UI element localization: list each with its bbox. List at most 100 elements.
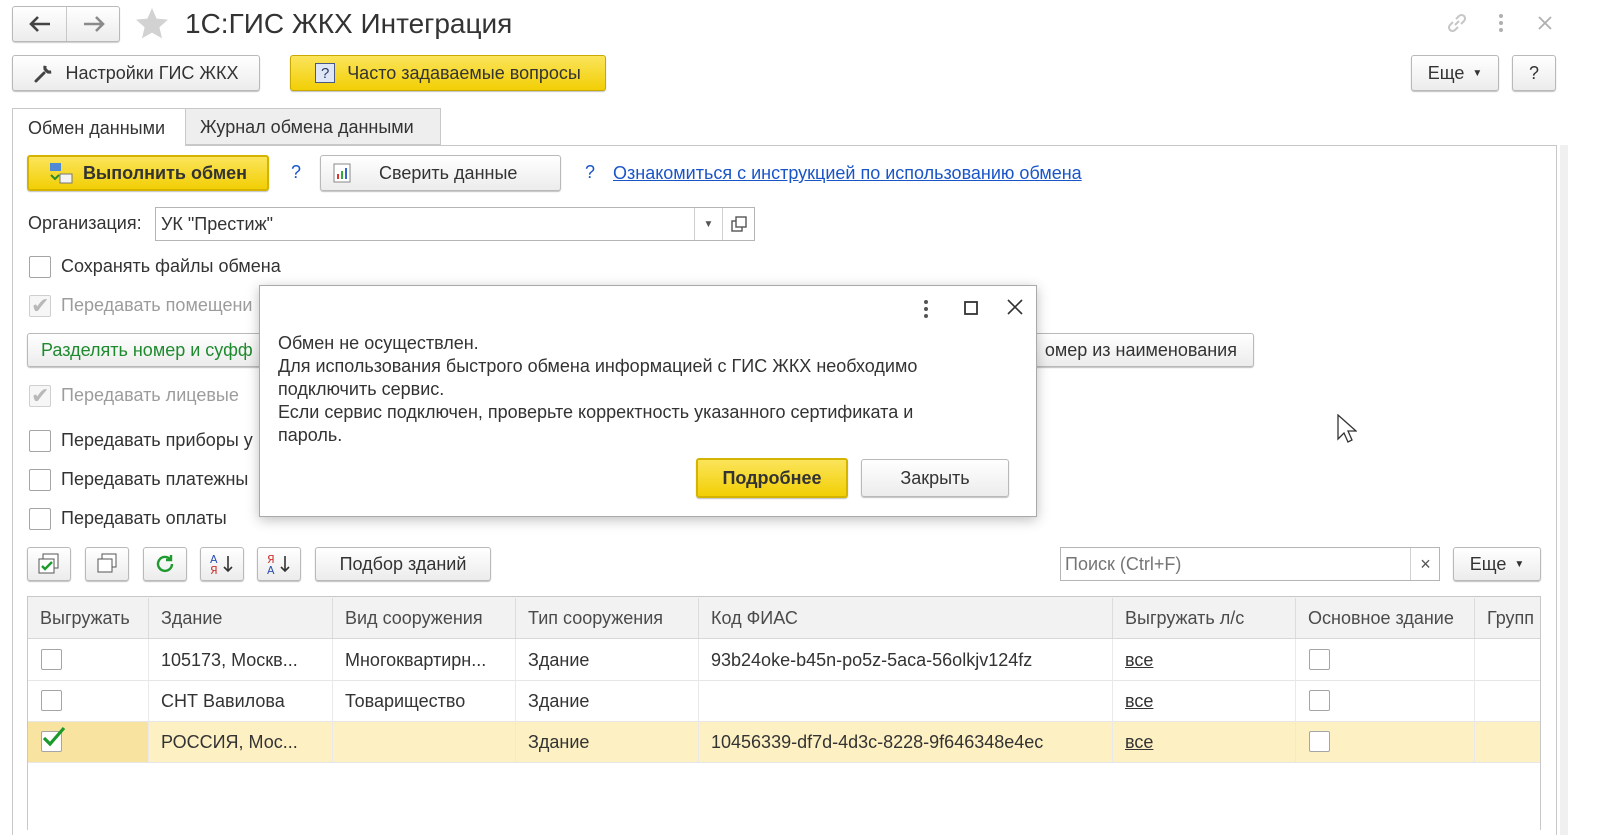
tab-exchange[interactable]: Обмен данными <box>12 108 186 146</box>
check-all-button[interactable] <box>27 547 71 581</box>
row-type: Здание <box>528 650 590 670</box>
uncheck-all-button[interactable] <box>85 547 129 581</box>
dialog-message-line-2: Для использования быстрого обмена информ… <box>278 356 918 376</box>
column-header-export-accounts[interactable]: Выгружать л/с <box>1113 598 1296 638</box>
exchange-icon <box>49 163 73 184</box>
dropdown-caret-icon: ▼ <box>1514 558 1525 570</box>
row-fias: 10456339-df7d-4d3c-8228-9f646348e4ec <box>711 732 1044 752</box>
dropdown-caret-icon: ▼ <box>703 218 714 230</box>
table-row-selected[interactable]: РОССИЯ, Мос... Здание 10456339-df7d-4d3c… <box>28 722 1540 762</box>
dialog-message-line-1: Обмен не осуществлен. <box>278 333 479 353</box>
report-icon <box>333 163 351 183</box>
transfer-devices-label: Передавать приборы у <box>61 430 253 450</box>
number-from-name-label: омер из наименования <box>1044 339 1237 360</box>
close-window-icon[interactable] <box>1536 14 1554 37</box>
column-header-fias[interactable]: Код ФИАС <box>699 598 1113 638</box>
clear-search-button[interactable]: × <box>1410 548 1440 580</box>
more-button-list-label: Еще <box>1469 553 1507 574</box>
help-button-label: ? <box>1528 62 1539 83</box>
search-field[interactable]: × <box>1060 547 1440 581</box>
verify-data-button[interactable]: Сверить данные <box>320 155 561 191</box>
verify-data-label: Сверить данные <box>379 162 518 183</box>
refresh-button[interactable] <box>143 547 187 581</box>
checkmark-icon <box>42 726 66 747</box>
sort-ascending-button[interactable]: АЯ <box>200 547 244 581</box>
kebab-menu-icon[interactable] <box>1494 12 1508 39</box>
row-kind: Многоквартирн... <box>345 650 487 670</box>
help-square-icon: ? <box>315 63 336 83</box>
row-accounts-link[interactable]: все <box>1113 681 1293 721</box>
more-button-top[interactable]: Еще ▼ <box>1411 55 1499 91</box>
column-header-kind[interactable]: Вид сооружения <box>333 598 516 638</box>
row-building: СНТ Вавилова <box>161 691 285 711</box>
row-type: Здание <box>528 691 590 711</box>
row-accounts-link[interactable]: все <box>1113 722 1293 762</box>
row-accounts-link[interactable]: все <box>1113 640 1293 680</box>
organization-dropdown-button[interactable]: ▼ <box>694 208 722 240</box>
sort-ascending-icon: АЯ <box>210 553 233 576</box>
help-hint-2[interactable]: ? <box>585 162 595 183</box>
open-organization-button[interactable] <box>722 208 754 240</box>
clear-icon: × <box>1420 553 1431 574</box>
select-buildings-label: Подбор зданий <box>339 553 467 574</box>
tab-journal[interactable]: Журнал обмена данными <box>186 108 441 145</box>
select-buildings-button[interactable]: Подбор зданий <box>315 547 491 581</box>
save-files-checkbox[interactable] <box>29 256 51 278</box>
help-button[interactable]: ? <box>1512 55 1556 91</box>
transfer-accounts-label: Передавать лицевые <box>61 385 239 405</box>
table-row[interactable]: СНТ Вавилова Товарищество Здание все <box>28 681 1540 721</box>
column-header-group[interactable]: Групп <box>1475 598 1540 638</box>
number-from-name-button[interactable]: омер из наименования <box>1000 333 1254 367</box>
settings-button[interactable]: Настройки ГИС ЖКХ <box>12 55 260 91</box>
organization-label: Организация: <box>28 213 142 233</box>
row-separator-3 <box>28 762 1540 763</box>
sort-descending-button[interactable]: ЯА <box>257 547 301 581</box>
back-arrow-icon[interactable] <box>13 7 67 41</box>
split-number-button[interactable]: Разделять номер и суфф <box>27 333 267 367</box>
faq-button-label: Часто задаваемые вопросы <box>347 62 581 83</box>
table-row[interactable]: 105173, Москв... Многоквартирн... Здание… <box>28 640 1540 680</box>
close-dialog-label: Закрыть <box>900 467 970 488</box>
dialog-message: Обмен не осуществлен. Для использования … <box>278 332 917 447</box>
column-header-building[interactable]: Здание <box>149 598 333 638</box>
row-main-building-checkbox[interactable] <box>1309 649 1330 670</box>
row-main-building-checkbox[interactable] <box>1309 690 1330 711</box>
wrench-icon <box>34 65 52 83</box>
transfer-devices-checkbox[interactable] <box>29 430 51 452</box>
column-header-main-building[interactable]: Основное здание <box>1296 598 1475 638</box>
transfer-payment-docs-checkbox[interactable] <box>29 469 51 491</box>
uncheck-all-icon <box>97 553 117 573</box>
dialog-close-icon[interactable] <box>1006 298 1024 321</box>
checkmark-icon: ✔ <box>31 383 50 408</box>
dialog-maximize-icon[interactable] <box>963 300 979 321</box>
row-fias <box>699 681 1109 721</box>
instruction-link[interactable]: Ознакомиться с инструкцией по использова… <box>613 163 1082 184</box>
dialog-menu-icon[interactable] <box>919 298 933 325</box>
close-dialog-button[interactable]: Закрыть <box>861 459 1009 497</box>
split-number-label: Разделять номер и суфф <box>41 339 253 360</box>
row-export-checkbox[interactable] <box>41 649 62 670</box>
check-all-icon <box>38 553 59 574</box>
favorite-star-icon[interactable] <box>134 6 170 47</box>
details-button-label: Подробнее <box>722 467 822 488</box>
scrollbar-track[interactable] <box>1560 145 1568 835</box>
link-icon[interactable] <box>1444 10 1470 41</box>
column-header-type[interactable]: Тип сооружения <box>516 598 699 638</box>
help-hint-1[interactable]: ? <box>291 162 301 183</box>
more-button-list[interactable]: Еще ▼ <box>1453 547 1541 581</box>
details-button[interactable]: Подробнее <box>696 458 848 498</box>
row-fias: 93b24oke-b45n-po5z-5aca-56olkjv124fz <box>711 650 1033 670</box>
organization-field[interactable]: УК "Престиж" ▼ <box>155 207 755 241</box>
row-export-checkbox[interactable] <box>41 690 62 711</box>
window-title: 1С:ГИС ЖКХ Интеграция <box>185 8 513 39</box>
row-main-building-checkbox[interactable] <box>1309 731 1330 752</box>
search-input[interactable] <box>1063 550 1403 578</box>
run-exchange-button[interactable]: Выполнить обмен <box>27 155 269 191</box>
save-files-label: Сохранять файлы обмена <box>61 256 281 276</box>
forward-arrow-icon[interactable] <box>67 7 120 41</box>
faq-button[interactable]: ? Часто задаваемые вопросы <box>290 55 606 91</box>
more-button-label: Еще <box>1427 62 1465 83</box>
column-header-export[interactable]: Выгружать <box>28 598 149 638</box>
transfer-payments-checkbox[interactable] <box>29 508 51 530</box>
transfer-payment-docs-label: Передавать платежны <box>61 469 249 489</box>
